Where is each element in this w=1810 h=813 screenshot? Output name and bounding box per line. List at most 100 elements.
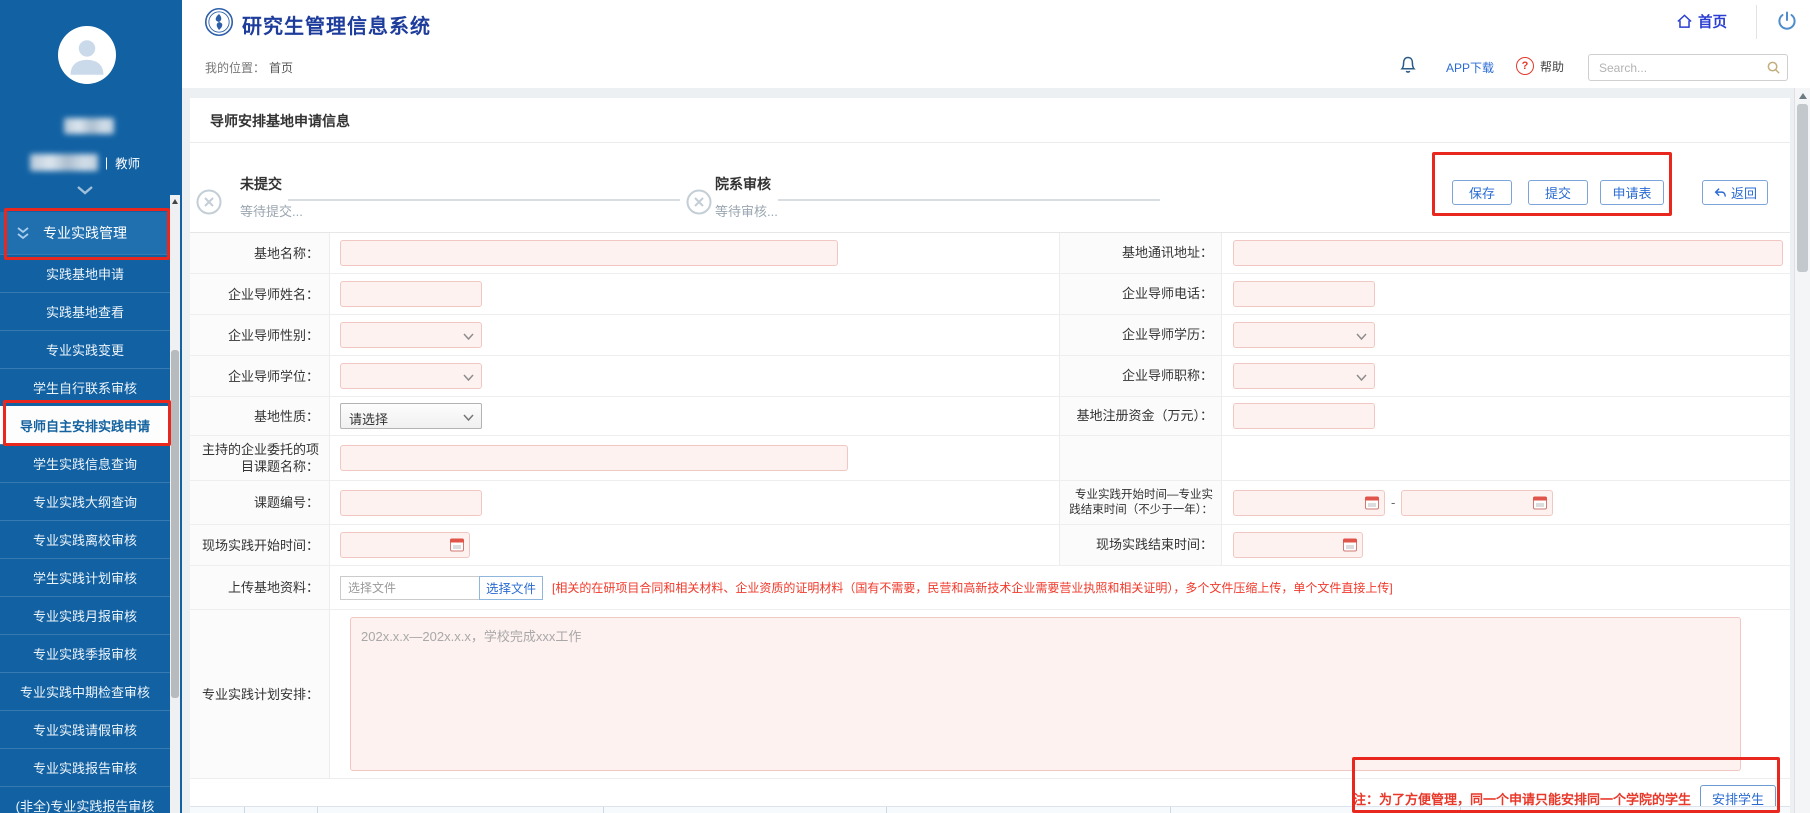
field-label: 上传基地资料： xyxy=(228,579,319,596)
sidebar-item-label: 专业实践大纲查询 xyxy=(33,492,137,511)
power-icon xyxy=(1776,10,1798,32)
sidebar-scrollbar[interactable] xyxy=(170,195,180,813)
field-label: 主持的企业委托的项目课题名称： xyxy=(196,441,319,475)
sidebar-item-practice-report-review[interactable]: 专业实践报告审核 xyxy=(0,748,170,786)
role-separator: | xyxy=(105,156,108,170)
form-row: 企业导师学位： 企业导师职称： xyxy=(190,356,1790,397)
sidebar-item-student-self-contact-review[interactable]: 学生自行联系审核 xyxy=(0,368,170,406)
main-scrollbar[interactable] xyxy=(1794,88,1810,813)
home-link[interactable]: 首页 xyxy=(1676,11,1727,32)
mentor-name-input[interactable] xyxy=(340,281,482,307)
form-row: 现场实践开始时间： 现场实践结束时间： xyxy=(190,525,1790,566)
bell-icon xyxy=(1398,55,1418,76)
sidebar-item-practice-base-apply[interactable]: 实践基地申请 xyxy=(0,254,170,292)
field-label: 专业实践开始时间—专业实践结束时间（不少于一年）： xyxy=(1064,488,1213,518)
breadcrumb-current[interactable]: 首页 xyxy=(269,61,293,75)
mentor-degree-select[interactable] xyxy=(340,363,482,389)
profile-expand-button[interactable] xyxy=(75,184,95,202)
calendar-icon[interactable] xyxy=(1365,496,1379,509)
step1-label: 未提交 xyxy=(240,174,282,194)
redacted-user-id xyxy=(30,154,98,171)
form-row: 基地性质： 请选择 基地注册资金（万元）： xyxy=(190,397,1790,436)
field-label: 企业导师学历： xyxy=(1122,327,1213,343)
project-title-input[interactable] xyxy=(340,445,848,471)
sidebar-scrollbar-thumb[interactable] xyxy=(171,350,179,698)
form-row: 课题编号： 专业实践开始时间—专业实践结束时间（不少于一年）： - xyxy=(190,481,1790,525)
scroll-up-arrow-icon[interactable] xyxy=(1799,93,1807,99)
application-form-button[interactable]: 申请表 xyxy=(1600,180,1664,205)
sidebar-item-label: (非全)专业实践报告审核 xyxy=(16,796,155,813)
chevron-down-icon xyxy=(75,185,95,197)
form-row: 企业导师性别： 企业导师学历： xyxy=(190,315,1790,356)
step2-label: 院系审核 xyxy=(715,174,771,194)
scroll-up-arrow-icon[interactable] xyxy=(172,199,178,204)
calendar-icon[interactable] xyxy=(1343,539,1357,552)
search-input[interactable] xyxy=(1597,57,1761,78)
choose-file-button[interactable]: 选择文件 xyxy=(479,576,543,600)
base-file-input[interactable]: 选择文件 xyxy=(340,576,480,600)
practice-plan-textarea[interactable] xyxy=(350,617,1741,771)
chevron-down-icon xyxy=(463,333,474,340)
sidebar-item-practice-midterm-check-review[interactable]: 专业实践中期检查审核 xyxy=(0,672,170,710)
sidebar-item-practice-leave-request-review[interactable]: 专业实践请假审核 xyxy=(0,710,170,748)
selected-option: 请选择 xyxy=(349,409,388,428)
onsite-end-date-input[interactable] xyxy=(1233,532,1363,558)
practice-end-date-input[interactable] xyxy=(1401,490,1553,516)
step1-pending-icon xyxy=(196,189,222,220)
sidebar-item-practice-base-view[interactable]: 实践基地查看 xyxy=(0,292,170,330)
sidebar-item-student-practice-plan-review[interactable]: 学生实践计划审核 xyxy=(0,558,170,596)
sidebar-item-label: 专业实践季报审核 xyxy=(33,644,137,663)
table-header-strip xyxy=(190,806,1790,813)
sidebar-item-practice-quarterly-report-review[interactable]: 专业实践季报审核 xyxy=(0,634,170,672)
base-address-input[interactable] xyxy=(1233,240,1783,266)
sidebar-item-label: 专业实践报告审核 xyxy=(33,758,137,777)
help-link[interactable]: ? 帮助 xyxy=(1516,57,1564,75)
logout-power-button[interactable] xyxy=(1776,10,1798,37)
project-no-input[interactable] xyxy=(340,490,482,516)
sidebar-item-label: 专业实践中期检查审核 xyxy=(20,682,150,701)
sidebar-item-label: 实践基地申请 xyxy=(46,264,124,283)
sidebar-item-label: 专业实践月报审核 xyxy=(33,606,137,625)
save-button[interactable]: 保存 xyxy=(1452,180,1512,205)
sidebar-item-practice-change[interactable]: 专业实践变更 xyxy=(0,330,170,368)
mentor-phone-input[interactable] xyxy=(1233,281,1375,307)
practice-start-date-input[interactable] xyxy=(1233,490,1385,516)
sidebar-item-practice-outline-query[interactable]: 专业实践大纲查询 xyxy=(0,482,170,520)
back-arrow-icon xyxy=(1713,186,1727,200)
sidebar-item-practice-monthly-report-review[interactable]: 专业实践月报审核 xyxy=(0,596,170,634)
field-label: 企业导师学位： xyxy=(228,368,319,385)
breadcrumb-prefix: 我的位置： xyxy=(205,61,265,75)
submit-button[interactable]: 提交 xyxy=(1528,180,1588,205)
form-row: 企业导师姓名： 企业导师电话： xyxy=(190,274,1790,315)
main-scrollbar-thumb[interactable] xyxy=(1797,104,1808,272)
user-name-role-row: | 教师 xyxy=(0,153,170,172)
sidebar-item-label: 学生实践信息查询 xyxy=(33,454,137,473)
app-download-link[interactable]: APP下载 xyxy=(1446,59,1494,76)
calendar-icon[interactable] xyxy=(1533,496,1547,509)
field-label: 基地注册资金（万元）： xyxy=(1076,408,1213,424)
back-button[interactable]: 返回 xyxy=(1702,180,1768,205)
mentor-education-select[interactable] xyxy=(1233,322,1375,348)
title-divider xyxy=(190,142,1790,143)
base-capital-input[interactable] xyxy=(1233,403,1375,429)
onsite-start-date-input[interactable] xyxy=(340,532,470,558)
notifications-button[interactable] xyxy=(1398,55,1418,81)
base-name-input[interactable] xyxy=(340,240,838,266)
sidebar-item-student-practice-info-query[interactable]: 学生实践信息查询 xyxy=(0,444,170,482)
form-row: 专业实践计划安排： xyxy=(190,610,1790,779)
person-icon xyxy=(64,32,110,78)
sidebar-group-practice-management[interactable]: 专业实践管理 xyxy=(0,212,170,254)
calendar-icon[interactable] xyxy=(450,539,464,552)
base-type-select[interactable]: 请选择 xyxy=(340,403,482,429)
sidebar-item-label: 学生实践计划审核 xyxy=(33,568,137,587)
mentor-title-select[interactable] xyxy=(1233,363,1375,389)
field-label: 基地性质： xyxy=(254,408,319,425)
sidebar-item-parttime-practice-report-review[interactable]: (非全)专业实践报告审核 xyxy=(0,786,170,813)
field-label: 课题编号： xyxy=(254,494,319,511)
sidebar-item-practice-leave-school-review[interactable]: 专业实践离校审核 xyxy=(0,520,170,558)
sidebar-item-mentor-arranged-practice-apply[interactable]: 导师自主安排实践申请 xyxy=(0,406,170,444)
field-label: 企业导师电话： xyxy=(1122,286,1213,302)
mentor-gender-select[interactable] xyxy=(340,322,482,348)
form-row: 上传基地资料： 选择文件 选择文件 [相关的在研项目合同和相关材料、企业资质的证… xyxy=(190,566,1790,610)
search-icon[interactable] xyxy=(1766,60,1781,75)
